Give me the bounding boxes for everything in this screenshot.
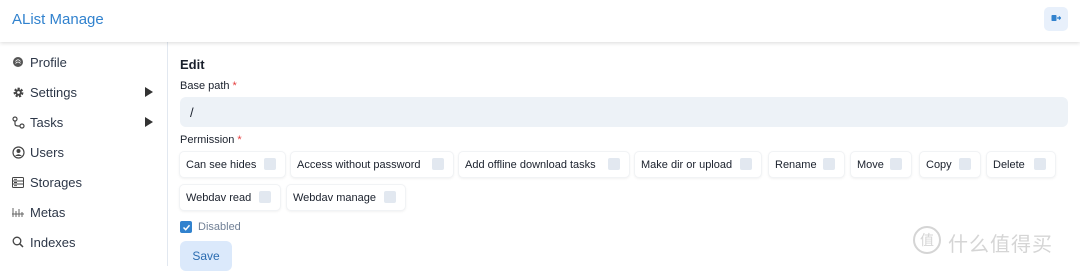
permission-delete[interactable]: Delete: [987, 152, 1055, 177]
checkbox[interactable]: [384, 191, 396, 203]
permission-rename[interactable]: Rename: [769, 152, 844, 177]
disabled-checkbox[interactable]: Disabled: [180, 220, 241, 234]
tasks-icon: [11, 115, 25, 129]
site-watermark: 值 什么值得买: [912, 225, 1072, 260]
save-button[interactable]: Save: [180, 241, 232, 271]
metas-icon: [11, 205, 25, 219]
gear-icon: [11, 85, 25, 99]
sidebar-item-label: Metas: [30, 204, 66, 220]
permission-access-without-password[interactable]: Access without password: [291, 152, 453, 177]
top-header: AList Manage: [0, 0, 1080, 42]
sidebar-item-label: Tasks: [30, 114, 64, 130]
sidebar-item-label: Users: [30, 144, 64, 160]
base-path-label: Base path *: [180, 80, 237, 92]
expand-arrow-icon[interactable]: [145, 87, 153, 97]
permission-move[interactable]: Move: [851, 152, 911, 177]
checkbox[interactable]: [823, 158, 835, 170]
sidebar-item-label: Indexes: [30, 234, 76, 250]
permission-webdav-read[interactable]: Webdav read: [180, 185, 280, 210]
sidebar: Profile Settings Tasks Users Storages Me…: [0, 42, 168, 266]
checkbox[interactable]: [740, 158, 752, 170]
checkbox[interactable]: [432, 158, 444, 170]
permission-add-offline-download[interactable]: Add offline download tasks: [459, 152, 629, 177]
sidebar-item-users[interactable]: Users: [0, 139, 168, 165]
search-icon: [11, 235, 25, 249]
checkbox[interactable]: [259, 191, 271, 203]
checkmark-icon[interactable]: [180, 221, 192, 233]
checkbox[interactable]: [1034, 158, 1046, 170]
profile-icon: [11, 55, 25, 69]
sidebar-item-profile[interactable]: Profile: [0, 49, 168, 75]
permission-can-see-hides[interactable]: Can see hides: [180, 152, 285, 177]
checkbox[interactable]: [264, 158, 276, 170]
svg-text:值: 值: [920, 233, 934, 249]
watermark-logo-icon: 值: [912, 225, 942, 260]
sidebar-item-metas[interactable]: Metas: [0, 199, 168, 225]
storage-icon: [11, 175, 25, 189]
page-title: Edit: [180, 57, 205, 72]
checkbox[interactable]: [959, 158, 971, 170]
expand-arrow-icon[interactable]: [145, 117, 153, 127]
checkbox[interactable]: [890, 158, 902, 170]
sidebar-item-storages[interactable]: Storages: [0, 169, 168, 195]
permission-webdav-manage[interactable]: Webdav manage: [287, 185, 405, 210]
app-title[interactable]: AList Manage: [12, 11, 104, 28]
checkbox[interactable]: [608, 158, 620, 170]
permission-copy[interactable]: Copy: [920, 152, 980, 177]
permission-label: Permission *: [180, 134, 242, 146]
sidebar-item-label: Profile: [30, 54, 67, 70]
base-path-input[interactable]: [180, 97, 1068, 127]
sidebar-item-tasks[interactable]: Tasks: [0, 109, 168, 135]
sidebar-item-label: Storages: [30, 174, 83, 190]
sidebar-item-label: Settings: [30, 84, 77, 100]
permission-make-dir-or-upload[interactable]: Make dir or upload: [635, 152, 761, 177]
sidebar-item-indexes[interactable]: Indexes: [0, 229, 168, 255]
logout-button[interactable]: [1044, 7, 1068, 31]
user-icon: [11, 145, 25, 159]
logout-icon: [1051, 10, 1062, 28]
sidebar-item-settings[interactable]: Settings: [0, 79, 168, 105]
